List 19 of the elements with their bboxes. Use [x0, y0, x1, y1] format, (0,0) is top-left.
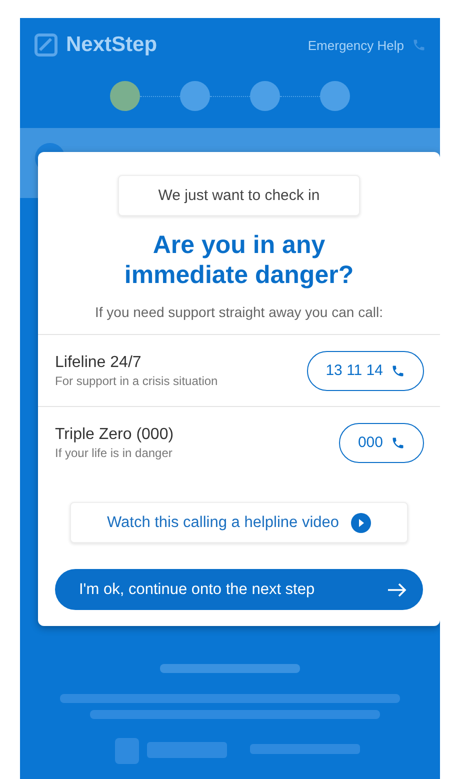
- arrow-icon: [387, 582, 407, 596]
- helpline-name: Lifeline 24/7: [55, 354, 142, 372]
- brand-name: NextStep: [66, 33, 158, 57]
- continue-button[interactable]: I'm ok, continue onto the next step: [55, 569, 423, 610]
- call-button[interactable]: 13 11 14: [306, 350, 424, 390]
- phone-icon: [412, 38, 426, 52]
- video-button[interactable]: Watch this calling a helpline video: [70, 502, 408, 543]
- phone-icon: [391, 364, 405, 378]
- speech-bubble: We just want to check in: [118, 175, 360, 216]
- logo-icon: [34, 33, 58, 57]
- helpline-description: For support in a crisis situation: [55, 374, 218, 388]
- play-icon: [351, 512, 372, 532]
- emergency-help-link[interactable]: Emergency Help: [308, 38, 404, 52]
- call-button[interactable]: 000: [338, 422, 424, 462]
- dialog-title: Are you in any immediate danger?: [123, 230, 355, 290]
- intro-text: If you need support straight away you can call:: [94, 304, 384, 320]
- helpline-name: Triple Zero (000): [55, 426, 174, 444]
- phone-icon: [391, 436, 405, 450]
- helpline-description: If your life is in danger: [55, 446, 174, 460]
